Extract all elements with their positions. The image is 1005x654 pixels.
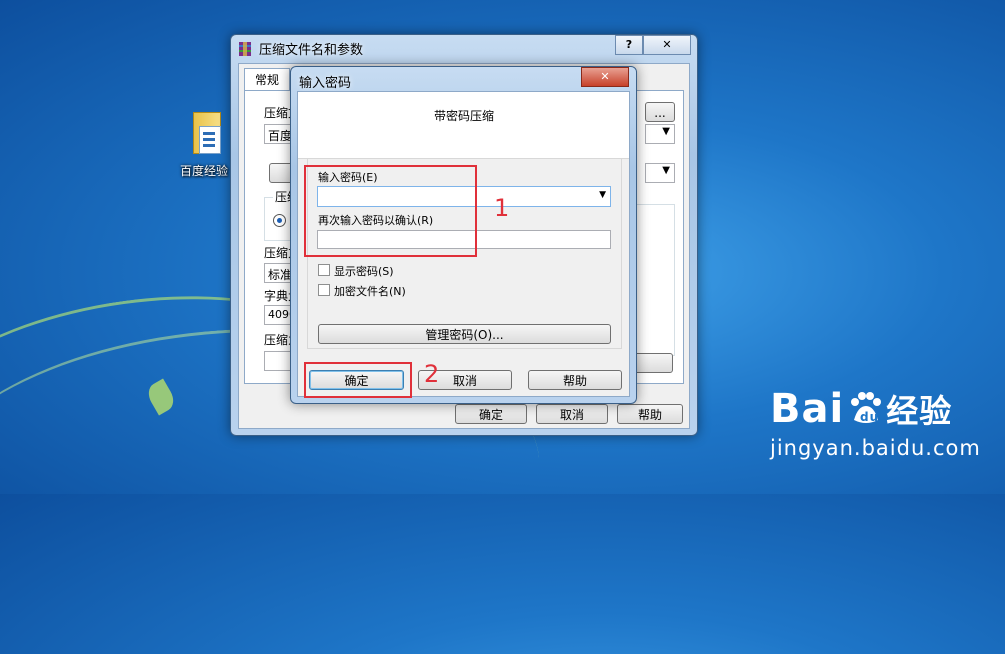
tab-general[interactable]: 常规 — [244, 68, 290, 91]
cancel-button[interactable]: 取消 — [536, 404, 608, 424]
annotation-label-1: 1 — [494, 194, 510, 222]
update-mode-dropdown[interactable]: ▼ — [645, 163, 675, 183]
annotation-box-2 — [304, 362, 412, 398]
dialog-close-button[interactable]: ✕ — [581, 67, 629, 87]
ok-button[interactable]: 确定 — [455, 404, 527, 424]
desktop-folder[interactable]: 百度经验 — [174, 112, 234, 179]
desktop-icon-label: 百度经验 — [179, 164, 228, 178]
annotation-box-1 — [304, 165, 477, 257]
winrar-app-icon — [237, 41, 253, 57]
help-text-button[interactable]: 帮助 — [617, 404, 683, 424]
encrypt-names-checkbox[interactable] — [318, 284, 330, 296]
watermark-logo-suffix: 经验 — [886, 392, 953, 430]
profile-dropdown[interactable]: ▼ — [645, 124, 675, 144]
close-button[interactable]: ✕ — [643, 35, 691, 55]
paw-icon: du — [846, 390, 884, 428]
baidu-watermark: Bai du 经验 jingyan.baidu.com — [770, 386, 981, 460]
show-password-label: 显示密码(S) — [334, 265, 394, 278]
manage-passwords-button[interactable]: 管理密码(O)... — [318, 324, 611, 344]
chevron-down-icon: ▼ — [599, 190, 606, 200]
window-title: 压缩文件名和参数 — [259, 43, 364, 58]
browse-button[interactable]: ... — [645, 102, 675, 122]
radio-rar[interactable] — [273, 214, 286, 227]
watermark-url: jingyan.baidu.com — [770, 436, 981, 460]
svg-text:du: du — [860, 410, 879, 424]
show-password-checkbox[interactable] — [318, 264, 330, 276]
annotation-label-2: 2 — [424, 360, 440, 388]
chevron-down-icon: ▼ — [662, 126, 670, 137]
folder-icon — [187, 112, 221, 154]
dialog-heading: 带密码压缩 — [434, 109, 495, 123]
dialog-help-button[interactable]: 帮助 — [528, 370, 622, 390]
watermark-logo-text: Bai — [770, 386, 845, 432]
chevron-down-icon: ▼ — [662, 165, 670, 176]
help-button[interactable]: ? — [615, 35, 643, 55]
encrypt-names-label: 加密文件名(N) — [334, 285, 406, 298]
close-icon: ✕ — [600, 70, 610, 83]
dialog-header: 带密码压缩 — [298, 92, 629, 159]
dialog-title: 输入密码 — [299, 76, 352, 91]
